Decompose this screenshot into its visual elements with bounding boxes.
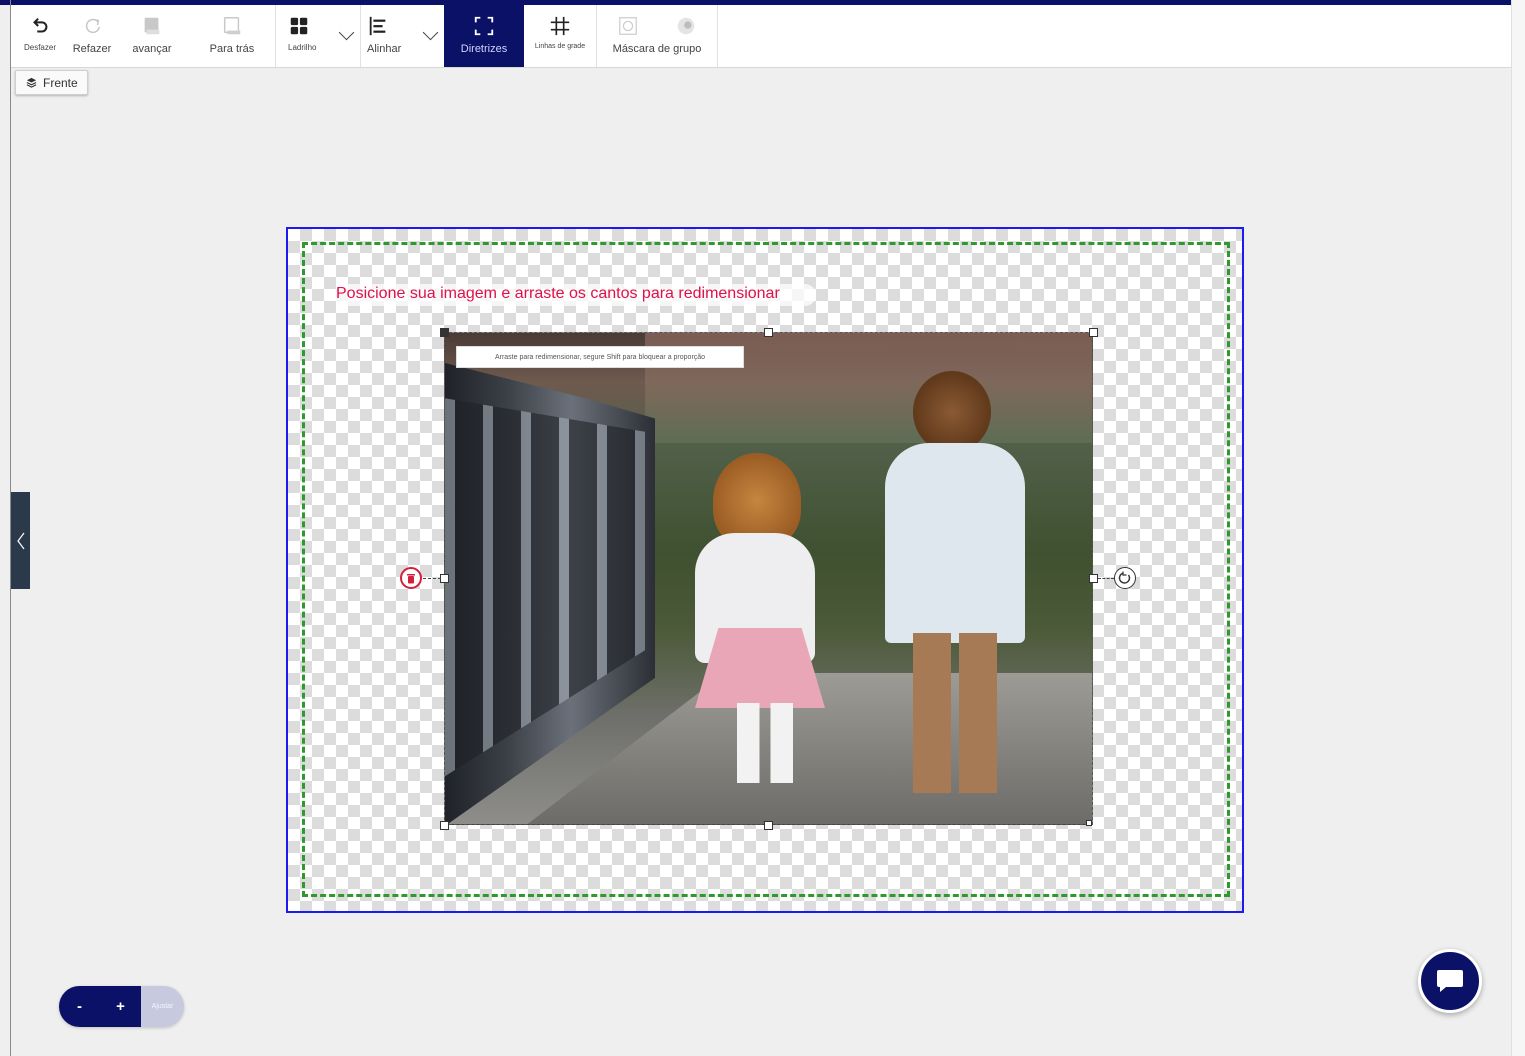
zoom-out-button[interactable]: - — [59, 986, 100, 1027]
chat-button[interactable] — [1418, 949, 1482, 1013]
group-mask-label: Máscara de grupo — [612, 43, 702, 55]
fullscreen-guides-icon — [474, 16, 494, 36]
resize-handle-top-right[interactable] — [1089, 328, 1098, 337]
toolbar-divider — [717, 5, 718, 67]
zoom-fit-button[interactable]: Ajustar — [141, 986, 184, 1027]
guides-toggle[interactable]: Diretrizes — [444, 5, 524, 67]
chevron-left-icon — [16, 532, 24, 549]
gridlines-toggle[interactable]: Linhas de grade — [524, 5, 596, 67]
align-label: Alinhar — [367, 43, 402, 55]
toolbar: Desfazer Refazer avançar Para trás Ladri… — [11, 5, 1511, 68]
send-backward-label: Para trás — [209, 43, 255, 55]
rotate-handle[interactable] — [1114, 567, 1136, 589]
redo-label: Refazer — [72, 43, 112, 55]
bring-forward-button[interactable]: avançar — [115, 5, 189, 67]
rotate-connector — [1098, 578, 1114, 579]
gridlines-label: Linhas de grade — [534, 43, 586, 50]
side-panel-toggle[interactable] — [11, 492, 30, 589]
layer-front-label: Frente — [43, 75, 78, 90]
send-backward-button[interactable]: Para trás — [189, 5, 275, 67]
align-left-icon — [369, 16, 386, 36]
mask-frame-icon — [619, 17, 637, 35]
photo-boy-body — [885, 443, 1025, 643]
tile-label: Ladrilho — [288, 43, 317, 52]
delete-connector — [423, 578, 441, 579]
tile-dropdown[interactable]: Ladrilho — [276, 5, 360, 67]
layers-icon — [26, 77, 37, 88]
resize-handle-top-left[interactable] — [440, 328, 449, 337]
grid-hash-icon — [550, 16, 570, 36]
undo-label: Desfazer — [23, 43, 56, 52]
placed-photo[interactable] — [444, 332, 1093, 825]
group-mask-button[interactable]: Máscara de grupo — [597, 5, 717, 67]
undo-button[interactable]: Desfazer — [11, 5, 69, 67]
resize-handle-right[interactable] — [1089, 574, 1098, 583]
group-mask-icons — [617, 15, 697, 37]
undo-icon — [33, 17, 48, 33]
send-backward-icon — [223, 17, 241, 35]
layer-front-chip[interactable]: Frente — [15, 70, 88, 95]
rotate-icon — [1118, 571, 1131, 584]
tile-grid-icon — [290, 17, 308, 35]
canvas-hint: Posicione sua imagem e arraste os cantos… — [336, 284, 816, 306]
zoom-controls: - + Ajustar — [59, 986, 184, 1027]
resize-handle-bottom-left[interactable] — [440, 821, 449, 830]
photo-girl-legs — [737, 703, 793, 783]
resize-handle-bottom[interactable] — [764, 821, 773, 830]
align-dropdown[interactable]: Alinhar — [361, 5, 444, 67]
photo-boy-head — [913, 371, 991, 453]
bring-forward-icon — [144, 17, 160, 35]
redo-button[interactable]: Refazer — [69, 5, 115, 67]
resize-handle-bottom-right[interactable] — [1086, 820, 1092, 826]
zoom-in-button[interactable]: + — [100, 986, 141, 1027]
guides-label: Diretrizes — [460, 43, 508, 55]
redo-icon — [85, 18, 101, 34]
chat-bubble-icon — [1437, 970, 1463, 992]
resize-handle-left[interactable] — [440, 574, 449, 583]
scrollbar-gutter[interactable] — [1511, 0, 1525, 1056]
resize-handle-top[interactable] — [764, 328, 773, 337]
delete-element-button[interactable] — [400, 567, 422, 589]
resize-tooltip: Arraste para redimensionar, segure Shift… — [456, 346, 744, 368]
photo-boy-legs — [913, 633, 997, 793]
mask-circle-icon — [677, 17, 695, 35]
chevron-down-icon — [338, 24, 355, 41]
trash-icon — [407, 573, 415, 583]
chevron-down-icon — [422, 24, 439, 41]
bring-forward-label: avançar — [132, 43, 172, 55]
